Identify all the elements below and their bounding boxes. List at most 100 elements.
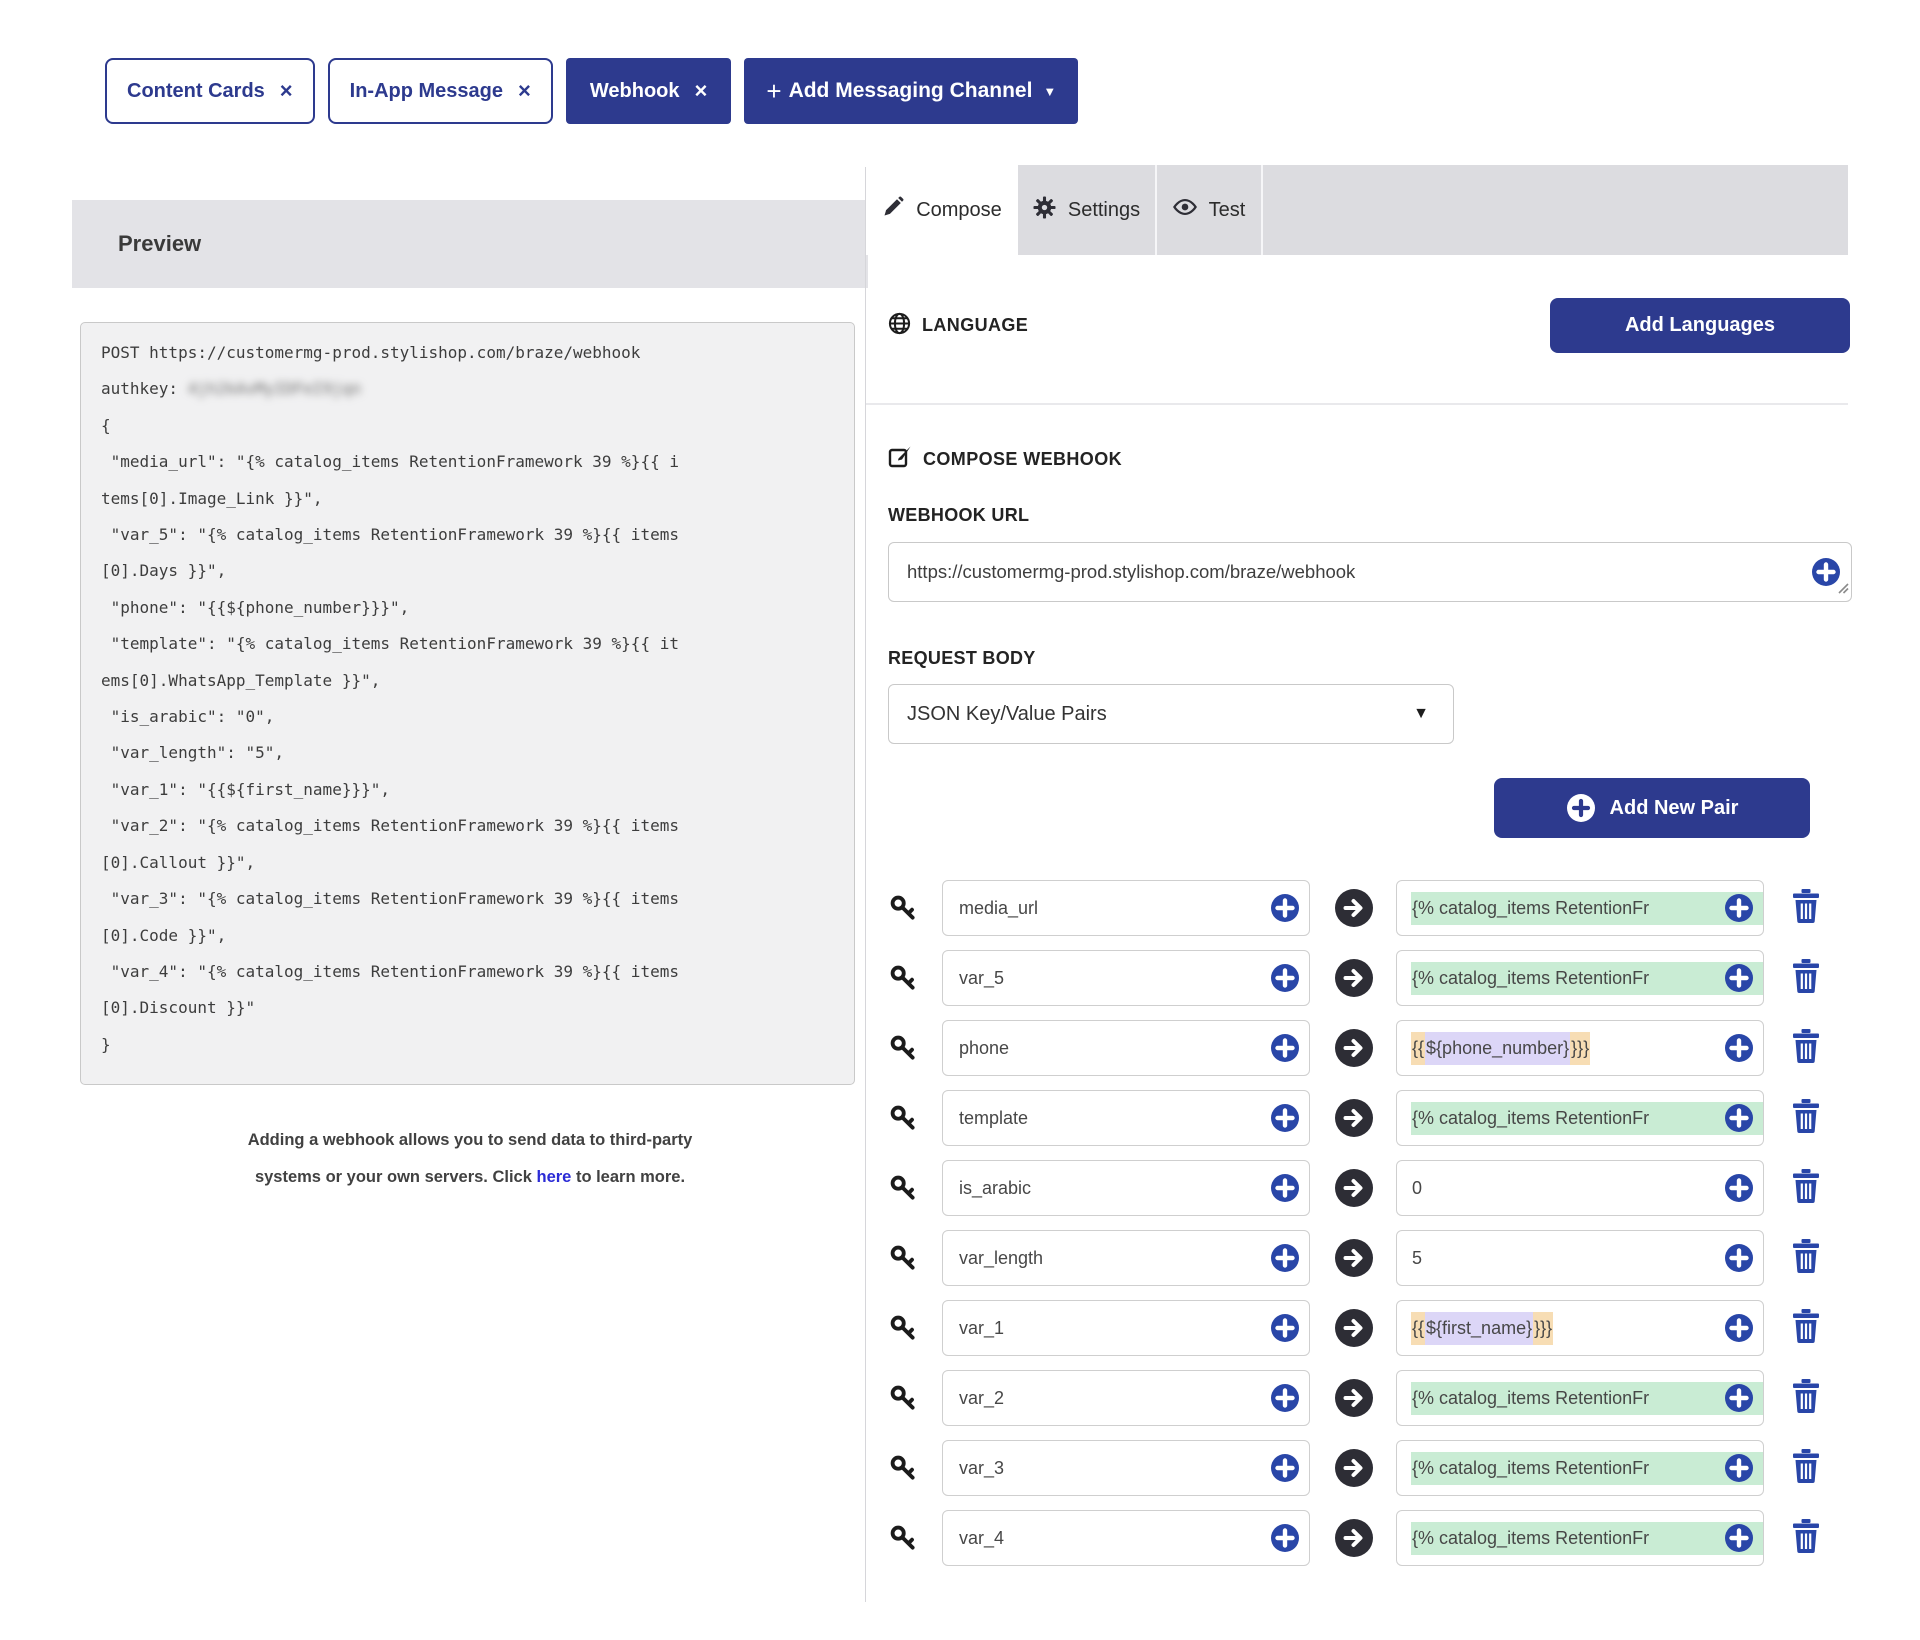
- add-personalization-button[interactable]: [1270, 1313, 1300, 1343]
- add-personalization-button[interactable]: [1724, 1313, 1754, 1343]
- key-icon: [888, 1243, 918, 1273]
- request-body-select[interactable]: JSON Key/Value Pairs ▼: [888, 684, 1454, 744]
- value-segment: ${first_name}: [1425, 1312, 1533, 1345]
- pair-value-input[interactable]: {% catalog_items RetentionFr: [1396, 1370, 1764, 1426]
- add-personalization-button[interactable]: [1270, 1103, 1300, 1133]
- key-icon: [888, 1453, 918, 1483]
- webhook-compose-page: Content Cards × In-App Message × Webhook…: [0, 0, 1920, 1640]
- trash-icon: [1791, 1169, 1821, 1208]
- pair-key-input[interactable]: var_3: [942, 1440, 1310, 1496]
- pair-row: template {% catalog_items RetentionFr: [888, 1090, 1852, 1146]
- pair-value: {{${first_name}}}}: [1411, 1312, 1553, 1345]
- arrow-right-icon: [1334, 958, 1374, 998]
- add-personalization-button[interactable]: [1724, 1383, 1754, 1413]
- pair-key-input[interactable]: phone: [942, 1020, 1310, 1076]
- pair-value: {{${phone_number}}}}: [1411, 1032, 1590, 1065]
- value-segment: 0: [1411, 1172, 1423, 1205]
- learn-more-link[interactable]: here: [537, 1168, 572, 1186]
- tab-compose[interactable]: Compose: [866, 165, 1018, 255]
- pair-value-input[interactable]: {% catalog_items RetentionFr: [1396, 1510, 1764, 1566]
- add-messaging-channel-button[interactable]: + Add Messaging Channel ▼: [744, 58, 1078, 124]
- add-personalization-button[interactable]: [1724, 1453, 1754, 1483]
- delete-pair-button[interactable]: [1790, 1099, 1822, 1138]
- add-personalization-button[interactable]: [1724, 963, 1754, 993]
- add-new-pair-button[interactable]: Add New Pair: [1494, 778, 1810, 838]
- pair-key-input[interactable]: var_1: [942, 1300, 1310, 1356]
- delete-pair-button[interactable]: [1790, 1519, 1822, 1558]
- pair-key-value: is_arabic: [959, 1178, 1031, 1199]
- delete-pair-button[interactable]: [1790, 1449, 1822, 1488]
- add-personalization-button[interactable]: [1724, 1243, 1754, 1273]
- language-section-label: LANGUAGE: [888, 312, 1028, 340]
- globe-icon: [888, 312, 911, 340]
- add-personalization-button[interactable]: [1724, 1103, 1754, 1133]
- panel-left-border: [865, 167, 866, 1602]
- pair-key-input[interactable]: is_arabic: [942, 1160, 1310, 1216]
- add-personalization-button[interactable]: [1270, 1523, 1300, 1553]
- delete-pair-button[interactable]: [1790, 889, 1822, 928]
- pair-key-input[interactable]: var_4: [942, 1510, 1310, 1566]
- tab-label: Compose: [916, 199, 1002, 222]
- language-label: LANGUAGE: [922, 315, 1028, 336]
- pair-value-input[interactable]: {{${phone_number}}}}: [1396, 1020, 1764, 1076]
- add-personalization-button[interactable]: [1270, 963, 1300, 993]
- trash-icon: [1791, 889, 1821, 928]
- pair-key-input[interactable]: var_2: [942, 1370, 1310, 1426]
- value-segment: {{: [1411, 1032, 1425, 1065]
- code-line: POST https://customermg-prod.stylishop.c…: [101, 335, 844, 371]
- pair-key-value: template: [959, 1108, 1028, 1129]
- add-personalization-button[interactable]: [1270, 1453, 1300, 1483]
- channel-tab-content-cards[interactable]: Content Cards ×: [105, 58, 315, 124]
- close-icon[interactable]: ×: [280, 80, 293, 102]
- channel-tab-in-app-message[interactable]: In-App Message ×: [328, 58, 553, 124]
- delete-pair-button[interactable]: [1790, 1029, 1822, 1068]
- delete-pair-button[interactable]: [1790, 1239, 1822, 1278]
- tab-test[interactable]: Test: [1157, 165, 1263, 255]
- pair-value-input[interactable]: 0: [1396, 1160, 1764, 1216]
- value-segment: {% catalog_items RetentionFr: [1411, 1382, 1763, 1415]
- tab-settings[interactable]: Settings: [1018, 165, 1157, 255]
- add-languages-button[interactable]: Add Languages: [1550, 298, 1850, 353]
- close-icon[interactable]: ×: [695, 80, 708, 102]
- add-personalization-button[interactable]: [1270, 1033, 1300, 1063]
- add-personalization-button[interactable]: [1724, 1173, 1754, 1203]
- gear-icon: [1033, 196, 1056, 225]
- add-personalization-button[interactable]: [1270, 1383, 1300, 1413]
- pair-value-input[interactable]: 5: [1396, 1230, 1764, 1286]
- pair-value-input[interactable]: {% catalog_items RetentionFr: [1396, 950, 1764, 1006]
- webhook-url-value: https://customermg-prod.stylishop.com/br…: [907, 561, 1355, 583]
- pair-key-input[interactable]: var_5: [942, 950, 1310, 1006]
- arrow-right-icon: [1334, 1308, 1374, 1348]
- add-personalization-button[interactable]: [1724, 1033, 1754, 1063]
- add-personalization-button[interactable]: [1270, 893, 1300, 923]
- add-personalization-button[interactable]: [1270, 1173, 1300, 1203]
- pair-value-input[interactable]: {% catalog_items RetentionFr: [1396, 1090, 1764, 1146]
- pair-key-input[interactable]: var_length: [942, 1230, 1310, 1286]
- arrow-right-icon: [1334, 1168, 1374, 1208]
- pair-value-input[interactable]: {% catalog_items RetentionFr: [1396, 880, 1764, 936]
- add-personalization-button[interactable]: [1724, 893, 1754, 923]
- pair-key-input[interactable]: template: [942, 1090, 1310, 1146]
- add-personalization-button[interactable]: [1724, 1523, 1754, 1553]
- channel-tabs: Content Cards × In-App Message × Webhook…: [105, 58, 1078, 124]
- pair-row: var_4 {% catalog_items RetentionFr: [888, 1510, 1852, 1566]
- key-icon: [888, 893, 918, 923]
- pair-key-input[interactable]: media_url: [942, 880, 1310, 936]
- delete-pair-button[interactable]: [1790, 1379, 1822, 1418]
- pair-value-input[interactable]: {{${first_name}}}}: [1396, 1300, 1764, 1356]
- webhook-url-input[interactable]: https://customermg-prod.stylishop.com/br…: [888, 542, 1852, 602]
- pair-value-input[interactable]: {% catalog_items RetentionFr: [1396, 1440, 1764, 1496]
- channel-tab-webhook[interactable]: Webhook ×: [566, 58, 732, 124]
- delete-pair-button[interactable]: [1790, 1309, 1822, 1348]
- code-line: "is_arabic": "0",: [101, 699, 844, 735]
- close-icon[interactable]: ×: [518, 80, 531, 102]
- value-segment: {% catalog_items RetentionFr: [1411, 1102, 1763, 1135]
- resize-grip-icon[interactable]: [1837, 577, 1849, 599]
- pair-value: {% catalog_items RetentionFr: [1411, 1522, 1763, 1555]
- delete-pair-button[interactable]: [1790, 959, 1822, 998]
- code-line: "var_5": "{% catalog_items RetentionFram…: [101, 517, 844, 553]
- delete-pair-button[interactable]: [1790, 1169, 1822, 1208]
- language-row: LANGUAGE Add Languages: [888, 298, 1850, 353]
- code-line: authkey: 4jh2kAvMyIDFeI9jqn: [101, 371, 844, 407]
- add-personalization-button[interactable]: [1270, 1243, 1300, 1273]
